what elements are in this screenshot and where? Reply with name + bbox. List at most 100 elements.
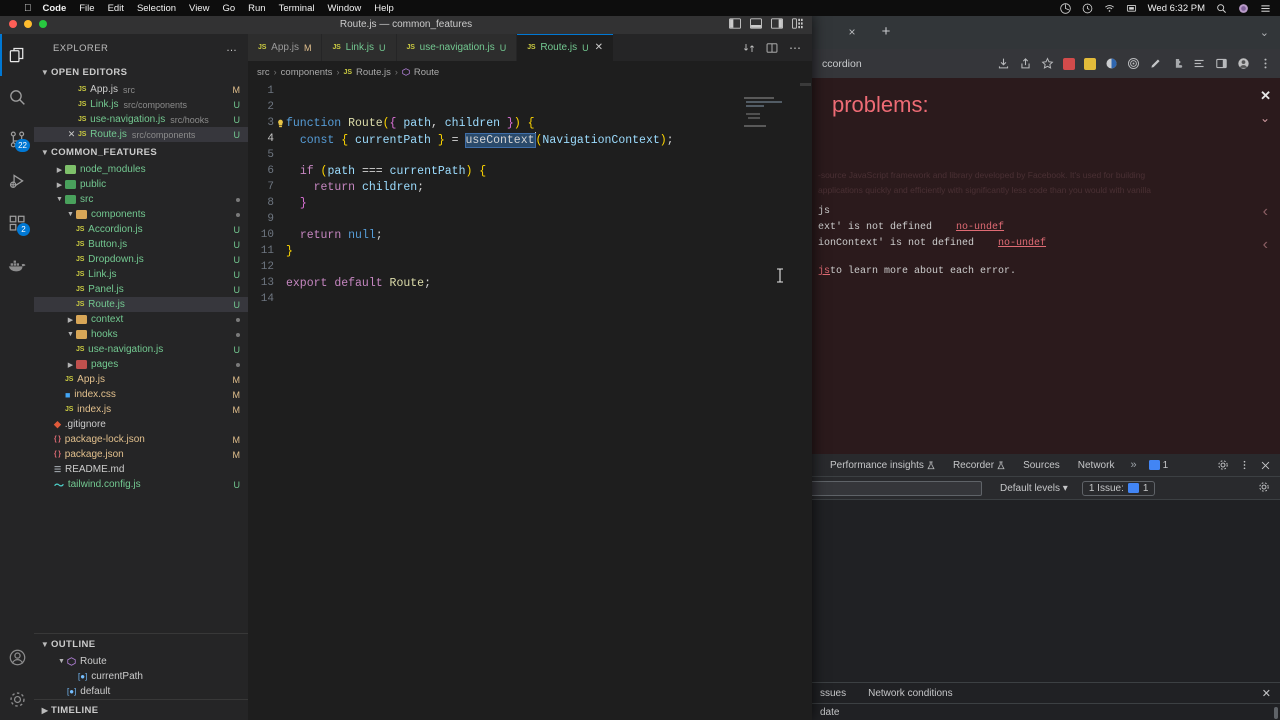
devtools-tab-performance-insights[interactable]: Performance insights	[830, 460, 935, 471]
drawer-tab-issues[interactable]: ssues	[820, 688, 846, 699]
extension-blue-icon[interactable]	[1105, 57, 1118, 70]
puzzle-icon[interactable]	[1171, 57, 1184, 70]
chevron-right-icon[interactable]: ▶	[54, 166, 65, 174]
chevron-right-icon[interactable]: ▶	[65, 316, 76, 324]
code-line[interactable]: 13 export default Route;	[248, 275, 812, 291]
extension-pen-icon[interactable]	[1149, 57, 1162, 70]
section-open-editors[interactable]: ▼ OPEN EDITORS	[34, 62, 248, 82]
console-settings-gear-icon[interactable]	[1258, 481, 1280, 496]
reading-list-icon[interactable]	[1193, 57, 1206, 70]
eslint-rule-link[interactable]: no-undef	[956, 220, 1004, 236]
breadcrumb-item-route-js[interactable]: Route.js	[356, 67, 391, 78]
activity-bar-item-extensions[interactable]: 2	[0, 202, 34, 244]
editor-tab-use-navigation-js[interactable]: JS use-navigation.js U	[396, 34, 518, 61]
dropbox-icon[interactable]	[1059, 2, 1071, 14]
tree-file-row[interactable]: JS Link.js U	[34, 267, 248, 282]
toggle-primary-sidebar-icon[interactable]	[729, 18, 741, 29]
explorer-more-actions-icon[interactable]: …	[226, 42, 248, 54]
drawer-scrollbar[interactable]	[1274, 707, 1278, 719]
menu-item-window[interactable]: Window	[327, 3, 361, 14]
code-line[interactable]: 2	[248, 99, 812, 115]
maximize-window-button[interactable]	[39, 20, 47, 28]
outline-item[interactable]: ▼ Route	[34, 654, 248, 669]
section-outline[interactable]: ▼ OUTLINE	[34, 634, 248, 654]
section-timeline[interactable]: ▶ TIMELINE	[34, 700, 248, 720]
editor-tab-link-js[interactable]: JS Link.js U	[322, 34, 397, 61]
tree-file-row[interactable]: JS Accordion.js U	[34, 222, 248, 237]
side-panel-icon[interactable]	[1215, 57, 1228, 70]
open-editor-item[interactable]: JS Link.js src/components U	[34, 97, 248, 112]
breadcrumb-item-components[interactable]: components	[281, 67, 333, 78]
code-line[interactable]: 8 }	[248, 195, 812, 211]
chevron-down-icon[interactable]: ▼	[65, 211, 76, 218]
open-editor-item[interactable]: JS App.js src M	[34, 82, 248, 97]
prev-error-arrow[interactable]: ‹	[1263, 203, 1268, 221]
close-icon[interactable]: ✕	[65, 129, 78, 140]
activity-bar-item-settings[interactable]	[0, 678, 34, 720]
code-line[interactable]: 1	[248, 83, 812, 99]
menu-item-view[interactable]: View	[189, 3, 209, 14]
activity-bar-item-source-control[interactable]: 22	[0, 118, 34, 160]
tree-file-row[interactable]: { } package-lock.json M	[34, 432, 248, 447]
tree-folder-row[interactable]: ▶ context	[34, 312, 248, 327]
devtools-overflow-icon[interactable]: »	[1130, 459, 1136, 471]
activity-bar-item-explorer[interactable]	[0, 34, 34, 76]
devtools-issues-badge[interactable]: 1	[1148, 460, 1168, 471]
toggle-panel-icon[interactable]	[750, 18, 762, 29]
bookmark-star-icon[interactable]	[1041, 57, 1054, 70]
tree-file-row[interactable]: ◆ .gitignore	[34, 417, 248, 432]
editor-tab-route-js[interactable]: JS Route.js U ✕	[517, 34, 614, 61]
menu-item-edit[interactable]: Edit	[108, 3, 124, 14]
editor-tab-app-js[interactable]: JS App.js M	[248, 34, 323, 61]
menu-item-terminal[interactable]: Terminal	[279, 3, 315, 14]
share-icon[interactable]	[1019, 57, 1032, 70]
activity-bar-item-docker[interactable]	[0, 244, 34, 286]
chevron-down-icon[interactable]: ⌄	[1260, 26, 1269, 39]
tree-file-row[interactable]: JS Button.js U	[34, 237, 248, 252]
control-center-icon[interactable]	[1260, 3, 1271, 14]
tree-file-row[interactable]: JS index.js M	[34, 402, 248, 417]
tree-file-row[interactable]: JS Route.js U	[34, 297, 248, 312]
selected-token[interactable]: useContext	[464, 132, 536, 148]
devtools-tab-recorder[interactable]: Recorder	[953, 460, 1005, 471]
editor-scrollbar[interactable]	[799, 83, 812, 720]
code-line[interactable]: 7 return children;	[248, 179, 812, 195]
eslint-rule-link[interactable]: no-undef	[998, 236, 1046, 252]
address-bar-text[interactable]: ccordion	[822, 58, 862, 70]
tree-file-row[interactable]: { } package.json M	[34, 447, 248, 462]
apple-icon[interactable]: 	[24, 3, 32, 14]
chevron-right-icon[interactable]: ▶	[65, 361, 76, 369]
chevron-down-icon[interactable]: ▼	[56, 658, 67, 665]
code-line[interactable]: 14	[248, 291, 812, 307]
menu-item-code[interactable]: Code	[43, 3, 67, 14]
code-line[interactable]: 12	[248, 259, 812, 275]
settings-gear-icon[interactable]	[1217, 459, 1229, 471]
code-line[interactable]: 4 const { currentPath } = useContext(Nav…	[248, 131, 812, 148]
tree-file-row[interactable]: JS use-navigation.js U	[34, 342, 248, 357]
activity-bar-item-search[interactable]	[0, 76, 34, 118]
siri-icon[interactable]	[1238, 3, 1249, 14]
overlay-close-icon[interactable]: ✕	[1260, 88, 1271, 104]
scrollbar-thumb[interactable]	[800, 83, 811, 86]
code-editor[interactable]: 1 2 3 function Route({ path, children }) {4…	[248, 83, 812, 720]
minimize-window-button[interactable]	[24, 20, 32, 28]
code-line[interactable]: 5	[248, 147, 812, 163]
close-icon[interactable]	[1260, 460, 1271, 471]
more-actions-icon[interactable]: ⋯	[789, 41, 802, 55]
tree-file-row[interactable]: JS Panel.js U	[34, 282, 248, 297]
tree-file-row[interactable]: JS App.js M	[34, 372, 248, 387]
log-levels-dropdown[interactable]: Default levels ▾	[1000, 483, 1068, 494]
wifi-icon[interactable]	[1104, 3, 1115, 14]
console-filter-input[interactable]	[812, 480, 982, 496]
overlay-footer-link[interactable]: js	[818, 264, 830, 280]
menu-item-selection[interactable]: Selection	[137, 3, 176, 14]
overlay-collapse-icon[interactable]: ⌄	[1260, 111, 1270, 125]
tree-folder-row[interactable]: ▶ public	[34, 177, 248, 192]
download-icon[interactable]	[997, 57, 1010, 70]
close-icon[interactable]: ✕	[595, 42, 603, 53]
outline-item[interactable]: [●] default	[34, 684, 248, 699]
close-window-button[interactable]	[9, 20, 17, 28]
code-line[interactable]: 3 function Route({ path, children }) {	[248, 115, 812, 131]
breadcrumb-item-route-symbol[interactable]: Route	[414, 67, 439, 78]
profile-icon[interactable]	[1237, 57, 1250, 70]
